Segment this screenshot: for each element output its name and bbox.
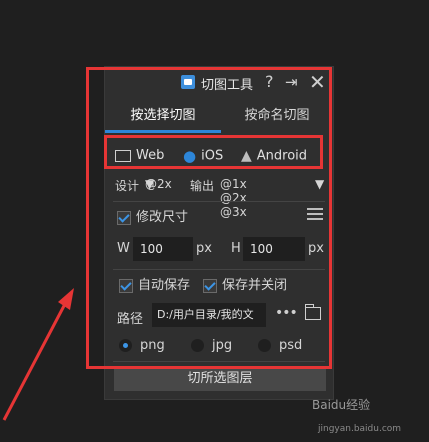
slicing-tool-panel: 切图工具 ? ⇥ ✕ 按选择切图 按命名切图 Web ● iOS ▲ Android…: [104, 66, 334, 400]
autosave-checkbox[interactable]: 自动保存: [119, 277, 190, 295]
export-selected-layers-button[interactable]: 切所选图层: [114, 367, 326, 391]
height-unit: px: [308, 241, 324, 256]
format-png[interactable]: png: [119, 337, 165, 355]
resize-checkbox[interactable]: 修改尺寸: [117, 209, 188, 227]
platform-ios-label: iOS: [201, 148, 224, 164]
platform-android[interactable]: ▲ Android: [241, 145, 307, 167]
design-scale-select[interactable]: @2x ▼: [145, 177, 172, 191]
watermark-url: jingyan.baidu.com: [318, 424, 402, 434]
android-icon: ▲: [241, 148, 252, 164]
resize-label: 修改尺寸: [136, 210, 189, 225]
platform-web-label: Web: [136, 148, 165, 163]
panel-title: 切图工具: [201, 78, 254, 93]
output-scale-value: @1x @2x @3x: [220, 177, 247, 219]
platform-selector: Web ● iOS ▲ Android: [105, 145, 333, 169]
tab-by-name[interactable]: 按命名切图: [221, 103, 333, 133]
format-jpg[interactable]: jpg: [191, 337, 232, 355]
output-dropdown-icon[interactable]: ▼: [315, 177, 324, 191]
sliders-icon[interactable]: [307, 207, 323, 221]
width-unit: px: [196, 241, 212, 256]
path-input[interactable]: D:/用户目录/我的文: [152, 303, 266, 327]
mode-tabs: 按选择切图 按命名切图: [105, 103, 333, 133]
radio-icon: [119, 339, 132, 352]
divider: [113, 201, 325, 202]
height-input[interactable]: 100: [243, 237, 305, 261]
autosave-label: 自动保存: [138, 278, 191, 293]
height-label: H: [231, 241, 241, 256]
close-icon[interactable]: ✕: [309, 70, 326, 94]
tab-by-selection[interactable]: 按选择切图: [105, 103, 221, 133]
more-icon[interactable]: •••: [275, 305, 298, 321]
folder-icon[interactable]: [304, 304, 321, 320]
checkbox-icon: [119, 278, 133, 293]
checkbox-icon: [117, 210, 131, 225]
web-icon: [115, 149, 131, 162]
apple-icon: ●: [183, 147, 197, 165]
divider: [113, 361, 325, 362]
format-png-label: png: [140, 338, 165, 353]
design-label: 设计: [115, 179, 140, 193]
pin-icon[interactable]: ⇥: [285, 73, 298, 91]
width-input[interactable]: 100: [133, 237, 193, 261]
format-psd[interactable]: psd: [258, 337, 302, 355]
platform-ios[interactable]: ● iOS: [183, 145, 223, 167]
app-icon: [181, 75, 195, 89]
scale-row: 设计 @2x ▼ 输出 @1x @2x @3x ▼: [115, 177, 330, 219]
platform-android-label: Android: [256, 148, 308, 164]
output-label: 输出: [190, 179, 215, 193]
save-close-checkbox[interactable]: 保存并关闭: [203, 277, 287, 295]
title-bar: 切图工具 ? ⇥ ✕: [105, 70, 333, 94]
checkbox-icon: [203, 278, 217, 293]
help-icon[interactable]: ?: [265, 72, 274, 91]
platform-web[interactable]: Web: [115, 145, 164, 167]
save-close-label: 保存并关闭: [222, 278, 288, 293]
radio-icon: [258, 339, 271, 352]
radio-icon: [191, 339, 204, 352]
path-label: 路径: [117, 312, 144, 327]
format-psd-label: psd: [279, 338, 303, 353]
design-scale-value: @2x: [145, 177, 172, 191]
watermark-brand: Baidu经验: [312, 398, 371, 412]
format-jpg-label: jpg: [212, 338, 233, 353]
divider: [113, 269, 325, 270]
width-label: W: [117, 241, 130, 256]
